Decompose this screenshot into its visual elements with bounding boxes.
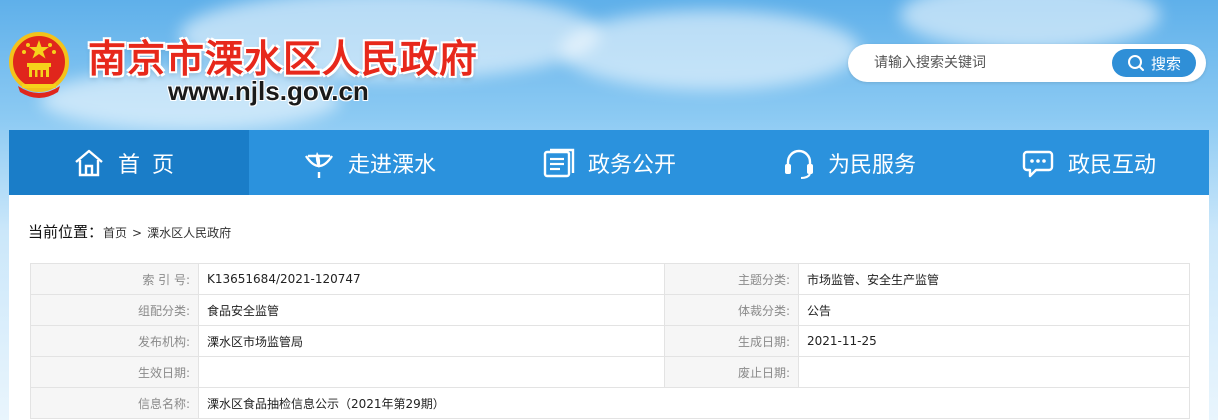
search-icon [1127,55,1144,71]
nav-item-interaction[interactable]: 政民互动 [969,130,1209,195]
search-button[interactable]: 搜索 [1112,49,1196,77]
created-date-label: 生成日期: [664,325,799,357]
nav-item-label: 政民互动 [1067,152,1156,178]
info-name-label: 信息名称: [30,387,199,419]
nav-item-label: 为民服务 [827,152,916,178]
table-row: 信息名称: 溧水区食品抽检信息公示（2021年第29期） [30,387,1190,419]
genre-category-label: 体裁分类: [664,294,799,326]
table-row: 发布机构: 溧水区市场监管局 生成日期: 2021-11-25 [30,325,1190,357]
publisher-value: 溧水区市场监管局 [198,325,665,357]
expiry-date-value [798,356,1190,388]
search-input[interactable] [874,52,1104,74]
breadcrumb-home-link[interactable]: 首页 [103,224,127,241]
nav-item-about[interactable]: 走进溧水 [249,130,489,195]
site-url: www.njls.gov.cn [168,76,369,106]
effective-date-value [198,356,665,388]
nav-item-services[interactable]: 为民服务 [729,130,969,195]
site-header: 南京市溧水区人民政府 www.njls.gov.cn 搜索 [0,0,1218,130]
table-row: 索 引 号: K13651684/2021-120747 主题分类: 市场监管、… [30,263,1190,295]
index-number-label: 索 引 号: [30,263,199,295]
group-category-value: 食品安全监管 [198,294,665,326]
table-row: 生效日期: 废止日期: [30,356,1190,388]
headset-icon [784,149,813,179]
info-name-value: 溧水区食品抽检信息公示（2021年第29期） [198,387,1190,419]
nav-item-label: 首页 [117,152,186,178]
document-icon [543,148,575,177]
national-emblem-icon [9,32,69,98]
topic-category-label: 主题分类: [664,263,799,295]
breadcrumb-current-link[interactable]: 溧水区人民政府 [147,224,231,241]
leaf-icon [304,151,333,178]
nav-item-home[interactable]: 首页 [9,130,249,195]
breadcrumb-label: 当前位置： [28,223,104,241]
search-bar: 搜索 [848,44,1206,82]
created-date-value: 2021-11-25 [798,325,1190,357]
home-icon [75,149,103,176]
effective-date-label: 生效日期: [30,356,199,388]
document-meta-table: 索 引 号: K13651684/2021-120747 主题分类: 市场监管、… [30,263,1190,419]
topic-category-value: 市场监管、安全生产监管 [798,263,1190,295]
site-title: 南京市溧水区人民政府 [88,36,479,81]
breadcrumb-separator: > [132,226,143,240]
genre-category-value: 公告 [798,294,1190,326]
nav-item-label: 政务公开 [587,152,676,178]
nav-item-gov-affairs[interactable]: 政务公开 [489,130,729,195]
main-nav: 首页 走进溧水 政务公开 为民服务 政民互动 [9,130,1209,195]
nav-item-label: 走进溧水 [347,152,436,178]
chat-icon [1022,150,1054,177]
index-number-value: K13651684/2021-120747 [198,263,665,295]
publisher-label: 发布机构: [30,325,199,357]
table-row: 组配分类: 食品安全监管 体裁分类: 公告 [30,294,1190,326]
main-content: 当前位置： 首页 > 溧水区人民政府 索 引 号: K13651684/2021… [9,195,1209,420]
breadcrumb: 当前位置： 首页 > 溧水区人民政府 [28,221,231,242]
expiry-date-label: 废止日期: [664,356,799,388]
group-category-label: 组配分类: [30,294,199,326]
search-button-label: 搜索 [1150,54,1181,73]
